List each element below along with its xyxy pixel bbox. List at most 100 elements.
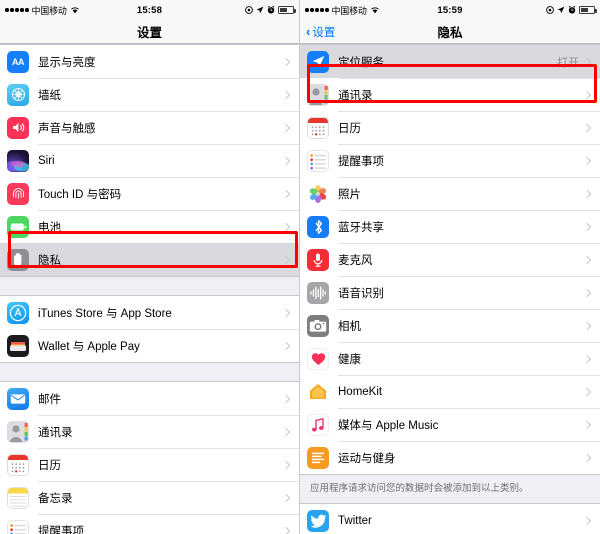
back-button[interactable]: ‹ 设置 bbox=[306, 24, 335, 40]
settings-row-privacy[interactable]: 隐私 bbox=[0, 243, 299, 276]
chevron-right-icon bbox=[582, 57, 592, 66]
chevron-right-icon bbox=[281, 526, 291, 534]
settings-row-sounds-haptics[interactable]: 声音与触感 bbox=[0, 111, 299, 144]
settings-screen-left: 中国移动 15:58 设置 AA 显示与亮度 墙纸 声音与触感 Siri Tou… bbox=[0, 0, 300, 534]
row-label: 麦克风 bbox=[338, 254, 373, 267]
status-bar-left: 中国移动 15:58 bbox=[0, 0, 299, 20]
privacy-row-media-apple-music[interactable]: 媒体与 Apple Music bbox=[300, 408, 600, 441]
photos-icon bbox=[307, 182, 329, 205]
row-label: 运动与健身 bbox=[338, 452, 396, 465]
privacy-row-health[interactable]: 健康 bbox=[300, 342, 600, 375]
privacy-row-homekit[interactable]: HomeKit bbox=[300, 375, 600, 408]
privacy-group-1: 定位服务 打开 通讯录 日历 提醒事项 照片 蓝牙共享 麦克风 语音识别 相机 … bbox=[300, 44, 600, 475]
row-label: 日历 bbox=[338, 122, 361, 135]
settings-row-siri[interactable]: Siri bbox=[0, 144, 299, 177]
settings-row-wallpaper[interactable]: 墙纸 bbox=[0, 78, 299, 111]
row-label: 日历 bbox=[38, 459, 61, 472]
settings-row-touch-id[interactable]: Touch ID 与密码 bbox=[0, 177, 299, 210]
reminders-icon bbox=[7, 519, 29, 534]
wallpaper-icon bbox=[7, 83, 29, 106]
chevron-right-icon bbox=[281, 308, 291, 317]
chevron-right-icon bbox=[281, 123, 291, 132]
privacy-hand-icon bbox=[7, 248, 29, 271]
privacy-row-bluetooth-sharing[interactable]: 蓝牙共享 bbox=[300, 210, 600, 243]
section-gap bbox=[0, 277, 299, 295]
chevron-right-icon bbox=[582, 189, 592, 198]
chevron-right-icon bbox=[281, 427, 291, 436]
chevron-right-icon bbox=[281, 57, 291, 66]
settings-row-wallet-apple-pay[interactable]: Wallet 与 Apple Pay bbox=[0, 329, 299, 362]
speech-recognition-icon bbox=[307, 281, 329, 304]
chevron-right-icon bbox=[281, 222, 291, 231]
privacy-row-twitter[interactable]: Twitter bbox=[300, 504, 600, 534]
nav-bar-right: ‹ 设置 隐私 bbox=[300, 20, 600, 44]
row-label: 声音与触感 bbox=[38, 122, 96, 135]
row-label: 提醒事项 bbox=[38, 525, 84, 534]
page-title-left: 设置 bbox=[136, 26, 162, 40]
settings-row-calendar[interactable]: 日历 bbox=[0, 448, 299, 481]
clock-label: 15:59 bbox=[437, 4, 463, 16]
row-label: Siri bbox=[38, 154, 55, 167]
row-label: Wallet 与 Apple Pay bbox=[38, 340, 140, 353]
chevron-right-icon bbox=[582, 222, 592, 231]
privacy-row-motion-fitness[interactable]: 运动与健身 bbox=[300, 441, 600, 474]
homekit-icon bbox=[307, 380, 329, 403]
calendar-icon bbox=[7, 453, 29, 476]
health-icon bbox=[307, 347, 329, 370]
row-label: 通讯录 bbox=[338, 89, 373, 102]
privacy-row-photos[interactable]: 照片 bbox=[300, 177, 600, 210]
mail-icon bbox=[7, 387, 29, 410]
privacy-group-2: Twitter bbox=[300, 503, 600, 534]
privacy-row-contacts[interactable]: 通讯录 bbox=[300, 78, 600, 111]
chevron-right-icon bbox=[582, 123, 592, 132]
settings-row-notes[interactable]: 备忘录 bbox=[0, 481, 299, 514]
row-label: 显示与亮度 bbox=[38, 56, 96, 69]
settings-row-display-brightness[interactable]: AA 显示与亮度 bbox=[0, 45, 299, 78]
settings-row-contacts[interactable]: 通讯录 bbox=[0, 415, 299, 448]
privacy-row-reminders[interactable]: 提醒事项 bbox=[300, 144, 600, 177]
battery-icon bbox=[278, 6, 296, 14]
section-gap bbox=[0, 363, 299, 381]
calendar-icon bbox=[307, 116, 329, 139]
chevron-right-icon bbox=[281, 255, 291, 264]
row-value: 打开 bbox=[557, 56, 579, 69]
privacy-list: 定位服务 打开 通讯录 日历 提醒事项 照片 蓝牙共享 麦克风 语音识别 相机 … bbox=[300, 44, 600, 534]
privacy-row-location-services[interactable]: 定位服务 打开 bbox=[300, 45, 600, 78]
chevron-right-icon bbox=[281, 189, 291, 198]
chevron-right-icon bbox=[582, 516, 592, 526]
privacy-row-speech-recognition[interactable]: 语音识别 bbox=[300, 276, 600, 309]
privacy-row-microphone[interactable]: 麦克风 bbox=[300, 243, 600, 276]
battery-icon bbox=[7, 215, 29, 238]
settings-list-left: AA 显示与亮度 墙纸 声音与触感 Siri Touch ID 与密码 电池 隐… bbox=[0, 44, 299, 534]
chevron-right-icon bbox=[281, 394, 291, 403]
row-label: 语音识别 bbox=[338, 287, 384, 300]
chevron-right-icon bbox=[582, 255, 592, 264]
chevron-right-icon bbox=[582, 453, 592, 462]
chevron-right-icon bbox=[582, 90, 592, 99]
apple-music-icon bbox=[307, 413, 329, 436]
settings-row-battery[interactable]: 电池 bbox=[0, 210, 299, 243]
row-label: 健康 bbox=[338, 353, 361, 366]
camera-icon bbox=[307, 314, 329, 337]
row-label: 备忘录 bbox=[38, 492, 73, 505]
privacy-row-calendar[interactable]: 日历 bbox=[300, 111, 600, 144]
row-label: 墙纸 bbox=[38, 89, 61, 102]
settings-group-3: 邮件 通讯录 日历 备忘录 提醒事项 bbox=[0, 381, 299, 534]
contacts-icon bbox=[307, 83, 329, 106]
settings-row-itunes-app-store[interactable]: iTunes Store 与 App Store bbox=[0, 296, 299, 329]
motion-fitness-icon bbox=[307, 446, 329, 469]
touch-id-icon bbox=[7, 182, 29, 205]
chevron-right-icon bbox=[281, 341, 291, 350]
settings-row-reminders[interactable]: 提醒事项 bbox=[0, 514, 299, 534]
wallet-icon bbox=[7, 334, 29, 357]
row-label: 通讯录 bbox=[38, 426, 73, 439]
row-label: Twitter bbox=[338, 514, 372, 527]
row-label: HomeKit bbox=[338, 385, 383, 398]
dual-screenshot-container: 中国移动 15:58 设置 AA 显示与亮度 墙纸 声音与触感 Siri Tou… bbox=[0, 0, 600, 534]
privacy-row-camera[interactable]: 相机 bbox=[300, 309, 600, 342]
settings-row-mail[interactable]: 邮件 bbox=[0, 382, 299, 415]
location-services-icon bbox=[307, 50, 329, 73]
chevron-right-icon bbox=[281, 156, 291, 165]
chevron-right-icon bbox=[582, 387, 592, 396]
nav-bar-left: 设置 bbox=[0, 20, 299, 44]
